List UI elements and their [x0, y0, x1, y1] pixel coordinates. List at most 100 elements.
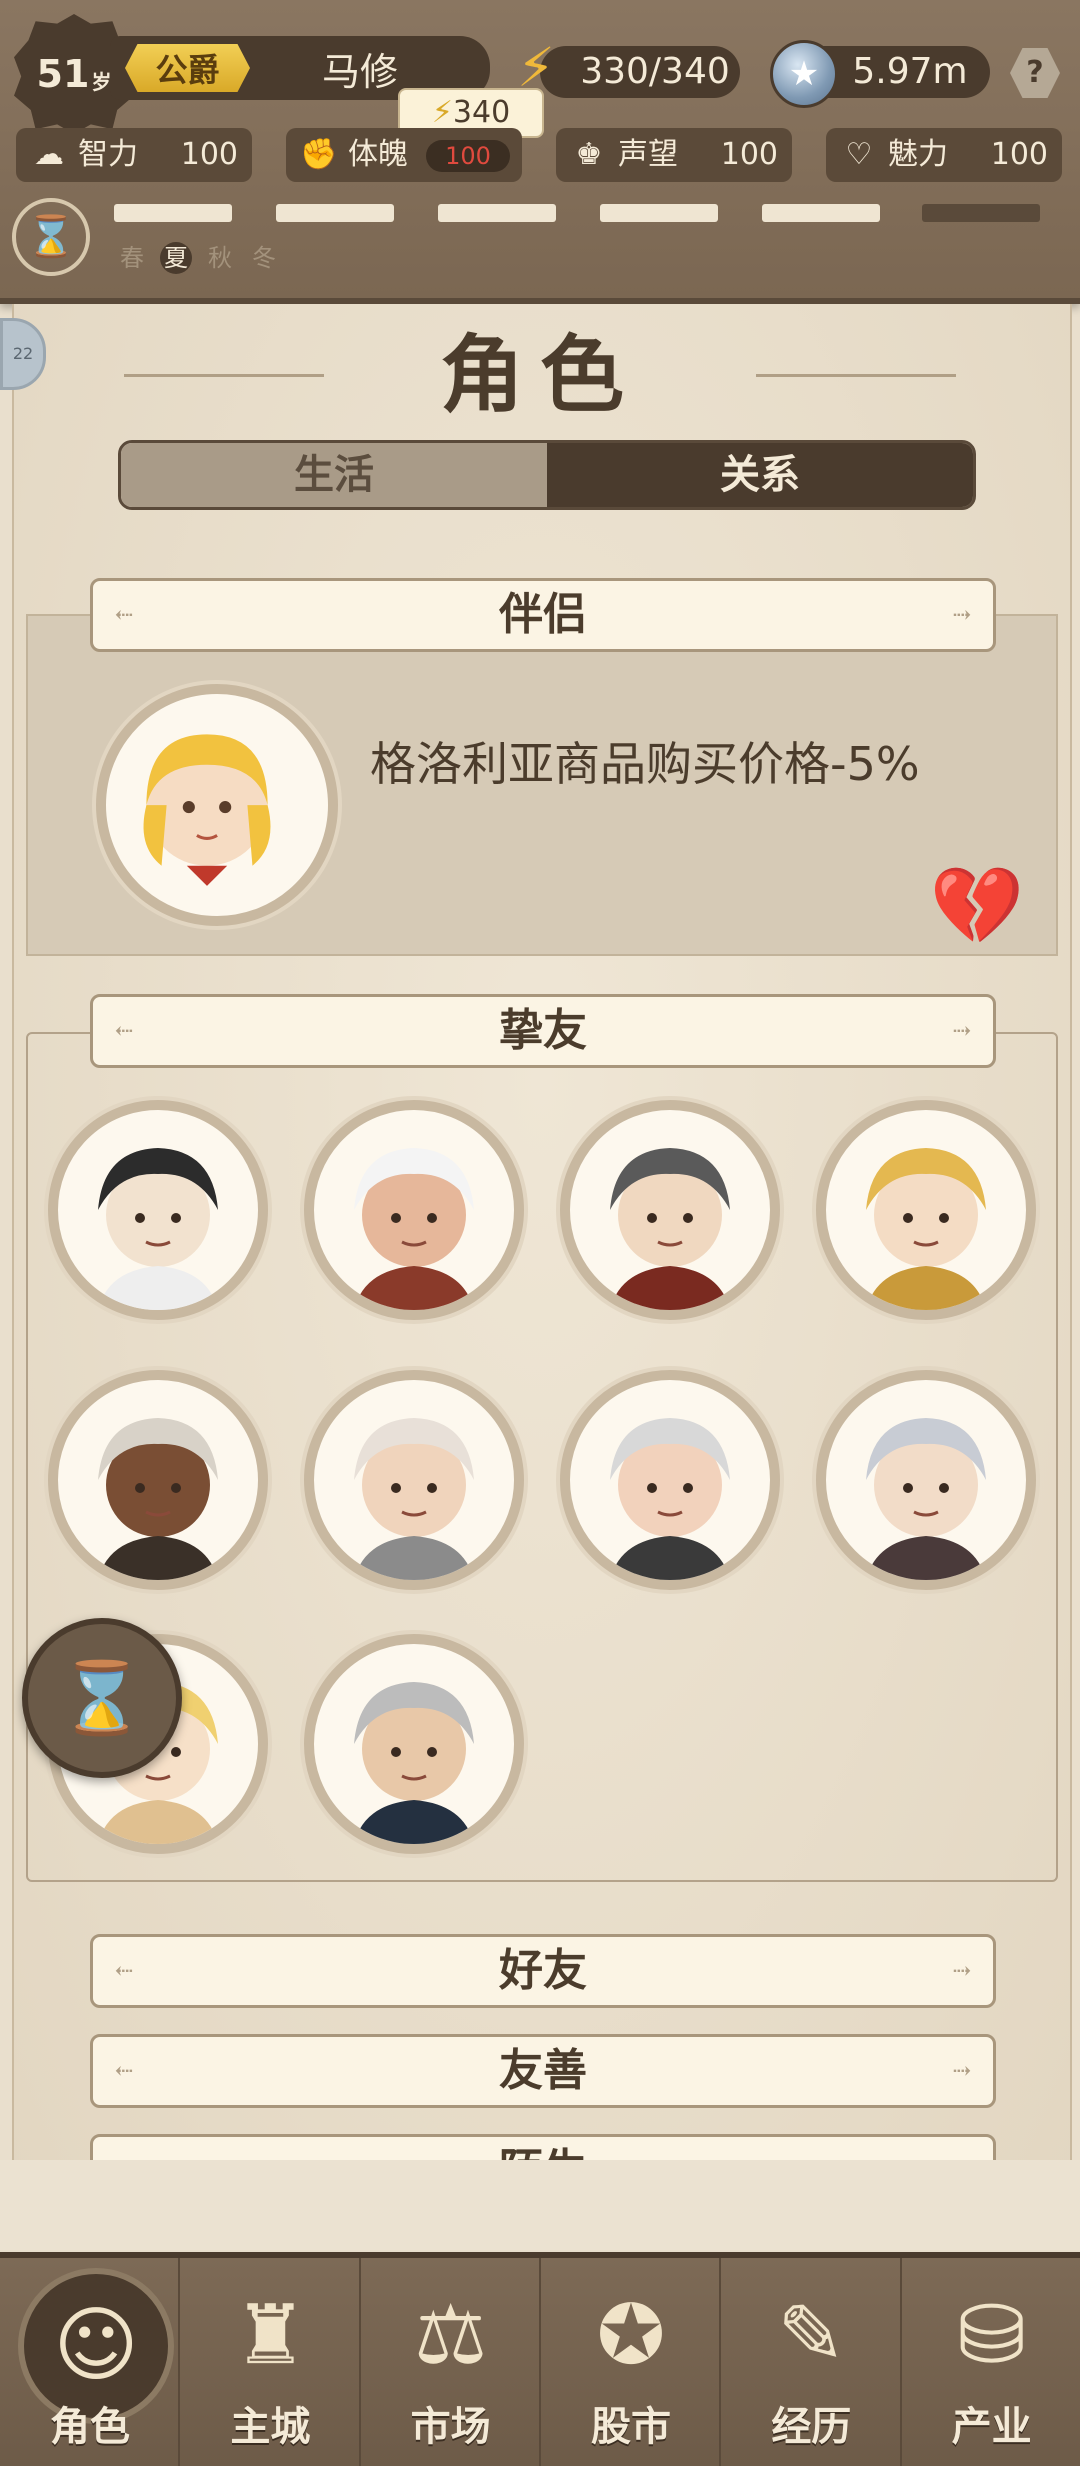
- silver-coin-icon: ★: [770, 40, 838, 108]
- title-divider-right: [756, 374, 956, 377]
- portrait-art-bald-elder: [610, 1418, 730, 1580]
- portrait-art: [143, 734, 271, 886]
- portrait-art: [58, 1110, 258, 1310]
- arrow-left-icon: ⇠: [115, 2058, 134, 2084]
- stat-intelligence[interactable]: ☁ 智力 100: [16, 128, 252, 182]
- season-labels: 春夏秋冬: [110, 238, 286, 274]
- portrait-art-dark-skinned-man: [98, 1418, 218, 1580]
- age-unit: 岁: [91, 69, 112, 94]
- portrait-art-blonde-woman: [866, 1148, 986, 1310]
- friendly-header[interactable]: ⇠ 友善 ⇢: [90, 2034, 996, 2108]
- close-friends-header-label: 挚友: [499, 1005, 587, 1056]
- season-winter: 冬: [252, 244, 276, 272]
- portrait-art-smiling-nun: [354, 1418, 474, 1580]
- portrait-art: [314, 1380, 514, 1580]
- nav-label: 产业: [951, 2404, 1032, 2450]
- stat-value: 100: [180, 137, 238, 172]
- scroll-icon: ✎: [776, 2288, 846, 2383]
- portrait-art: [314, 1110, 514, 1310]
- nav-label: 主城: [230, 2404, 311, 2450]
- friendly-header-label: 友善: [499, 2045, 587, 2096]
- energy-tooltip-value: 340: [452, 95, 511, 130]
- season-spring: 春: [120, 244, 144, 272]
- stat-label: 声望: [618, 137, 678, 172]
- portrait-art-old-man-top-hat: [98, 1148, 218, 1310]
- energy-value[interactable]: 330/340: [570, 46, 740, 98]
- stat-value: 100: [720, 137, 778, 172]
- arrow-right-icon: ⇢: [952, 602, 971, 628]
- portrait-art-noble-gentleman: [610, 1148, 730, 1310]
- stat-charm[interactable]: ♡ 魅力 100: [826, 128, 1062, 182]
- partner-header-label: 伴侣: [499, 589, 587, 640]
- broken-heart-icon[interactable]: 💔: [922, 866, 1032, 946]
- hourglass-timer-button[interactable]: ⌛: [22, 1618, 182, 1778]
- tab-bar: 生活 关系: [118, 440, 976, 510]
- friends-header-label: 好友: [499, 1945, 587, 1996]
- nav-label: 市场: [410, 2404, 491, 2450]
- portrait-art-eyepatch-veteran: [354, 1682, 474, 1844]
- brain-icon: ☁: [34, 137, 64, 172]
- friend-portrait[interactable]: [816, 1370, 1036, 1590]
- friend-portrait[interactable]: [48, 1100, 268, 1320]
- nav-city[interactable]: ♜ 主城: [180, 2258, 361, 2466]
- friend-portrait[interactable]: [304, 1370, 524, 1590]
- nav-character[interactable]: ☺ 角色: [0, 2258, 181, 2466]
- title-divider-left: [124, 374, 324, 377]
- friend-portrait[interactable]: [816, 1100, 1036, 1320]
- partner-bonus-text: 格洛利亚商品购买价格-5%: [370, 737, 920, 791]
- friend-portrait[interactable]: [560, 1100, 780, 1320]
- hourglass-icon[interactable]: ⌛: [12, 198, 90, 276]
- portrait-art: [314, 1644, 514, 1844]
- arrow-right-icon: ⇢: [952, 1018, 971, 1044]
- page-title: 角色: [439, 325, 640, 424]
- stats-row: ☁ 智力 100 ✊ 体魄 100 ♚ 声望 100 ♡ 魅力 100: [16, 128, 1076, 186]
- partner-portrait[interactable]: [96, 684, 338, 926]
- season-segment: [922, 204, 1040, 222]
- nav-label: 经历: [771, 2404, 852, 2450]
- noble-title-badge: 公爵: [125, 44, 250, 92]
- stat-physique[interactable]: ✊ 体魄 100: [286, 128, 522, 182]
- nav-label: 股市: [590, 2404, 671, 2450]
- friend-portrait[interactable]: [48, 1370, 268, 1590]
- arrow-right-icon: ⇢: [952, 1958, 971, 1984]
- stat-prestige[interactable]: ♚ 声望 100: [556, 128, 792, 182]
- portrait-art: [826, 1380, 1026, 1580]
- muscle-icon: ✊: [300, 137, 338, 172]
- friend-portrait[interactable]: [560, 1370, 780, 1590]
- season-progress: [114, 204, 1044, 224]
- stock-icon: ✪: [596, 2288, 666, 2383]
- season-segment: [762, 204, 880, 222]
- help-icon[interactable]: ?: [1010, 48, 1060, 98]
- friend-portrait[interactable]: [304, 1100, 524, 1320]
- bottom-nav: ☺ 角色 ♜ 主城 ⚖ 市场 ✪ 股市 ✎ 经历 ⛁ 产业: [0, 2252, 1080, 2466]
- season-segment: [600, 204, 718, 222]
- heart-pulse-icon: ♡: [845, 137, 873, 172]
- portrait-art: [570, 1380, 770, 1580]
- arrow-left-icon: ⇠: [115, 1018, 134, 1044]
- portrait-art: [58, 1380, 258, 1580]
- portrait-art-hooded-woman: [354, 1148, 474, 1310]
- nav-label: 角色: [50, 2404, 130, 2450]
- close-friends-header: ⇠ 挚友 ⇢: [90, 994, 996, 1068]
- nav-industry[interactable]: ⛁ 产业: [902, 2258, 1080, 2466]
- friend-portrait[interactable]: [304, 1634, 524, 1854]
- nav-history[interactable]: ✎ 经历: [721, 2258, 902, 2466]
- tab-life[interactable]: 生活: [121, 443, 547, 507]
- portrait-art: [826, 1110, 1026, 1310]
- lightning-small-icon: ⚡: [431, 95, 453, 130]
- season-segment: [276, 204, 394, 222]
- player-name[interactable]: 马修: [280, 42, 440, 94]
- top-status-bar: 51 岁 公爵 马修 ⚡ 330/340 ⚡340 ★ 5.97m ? ☁ 智力…: [0, 0, 1080, 304]
- nav-market[interactable]: ⚖ 市场: [361, 2258, 541, 2466]
- coins-icon: ⛁: [957, 2288, 1026, 2383]
- coin-value[interactable]: 5.97m: [830, 46, 990, 98]
- arrow-left-icon: ⇠: [115, 1958, 134, 1984]
- nav-stocks[interactable]: ✪ 股市: [541, 2258, 722, 2466]
- tab-relations[interactable]: 关系: [547, 443, 973, 507]
- friends-header[interactable]: ⇠ 好友 ⇢: [90, 1934, 996, 2008]
- crown-icon: ♚: [575, 137, 603, 172]
- stat-label: 魅力: [888, 137, 948, 172]
- stat-value: 100: [990, 137, 1048, 172]
- stat-label: 体魄: [348, 137, 408, 172]
- arrow-left-icon: ⇠: [115, 602, 134, 628]
